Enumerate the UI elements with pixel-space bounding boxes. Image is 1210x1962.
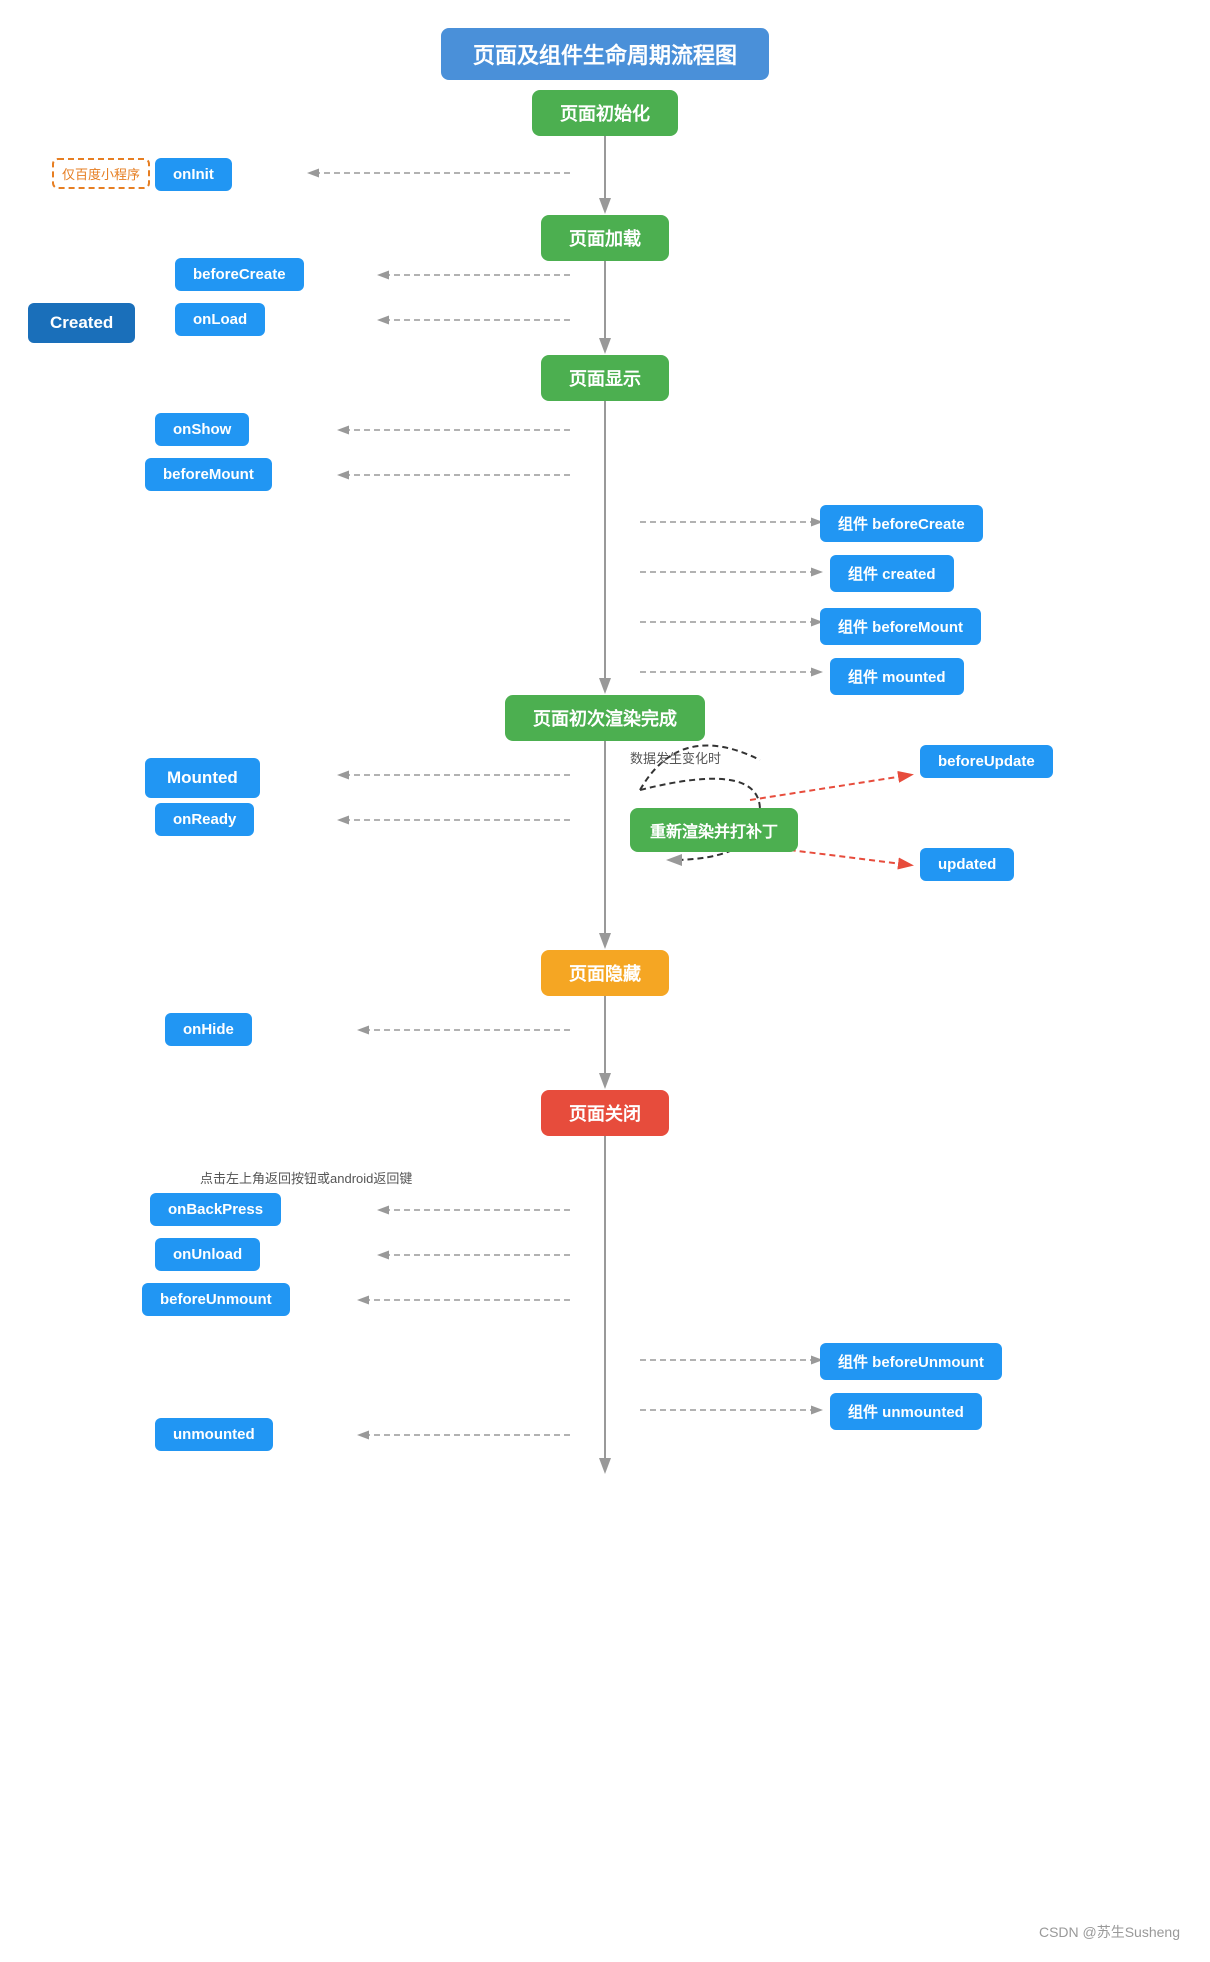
onBackPress-label: onBackPress (150, 1193, 281, 1226)
comp-beforeUnmount-label: 组件 beforeUnmount (820, 1343, 1002, 1380)
page-hide-box: 页面隐藏 (541, 950, 669, 996)
diagram-container: 页面及组件生命周期流程图 页面初始化 页面加载 页面显示 页面初次渲染完成 页面… (0, 0, 1210, 1962)
comp-mounted-label: 组件 mounted (830, 658, 964, 695)
page-load-box: 页面加载 (541, 215, 669, 261)
data-change-text: 数据发生变化时 (630, 748, 721, 767)
updated-label: updated (920, 848, 1014, 881)
baidu-badge: 仅百度小程序 (52, 158, 150, 189)
onUnload-label: onUnload (155, 1238, 260, 1271)
rerender-box: 重新渲染并打补丁 (630, 808, 798, 852)
onShow-label: onShow (155, 413, 249, 446)
page-init-box: 页面初始化 (532, 90, 678, 136)
onReady-label: onReady (155, 803, 254, 836)
comp-beforeMount-label: 组件 beforeMount (820, 608, 981, 645)
comp-created-label: 组件 created (830, 555, 954, 592)
beforeUpdate-label: beforeUpdate (920, 745, 1053, 778)
watermark: CSDN @苏生Susheng (1039, 1922, 1180, 1942)
page-close-box: 页面关闭 (541, 1090, 669, 1136)
beforeMount-label: beforeMount (145, 458, 272, 491)
comp-unmounted-label: 组件 unmounted (830, 1393, 982, 1430)
unmounted-label: unmounted (155, 1418, 273, 1451)
beforeCreate-label: beforeCreate (175, 258, 304, 291)
onLoad-label: onLoad (175, 303, 265, 336)
page-first-render-box: 页面初次渲染完成 (505, 695, 705, 741)
onInit-label: onInit (155, 158, 232, 191)
beforeUnmount-label: beforeUnmount (142, 1283, 290, 1316)
created-label: Created (28, 303, 135, 343)
Mounted-label: Mounted (145, 758, 260, 798)
onHide-label: onHide (165, 1013, 252, 1046)
page-title: 页面及组件生命周期流程图 (441, 28, 769, 80)
comp-beforeCreate-label: 组件 beforeCreate (820, 505, 983, 542)
page-show-box: 页面显示 (541, 355, 669, 401)
click-text: 点击左上角返回按钮或android返回键 (200, 1168, 412, 1187)
